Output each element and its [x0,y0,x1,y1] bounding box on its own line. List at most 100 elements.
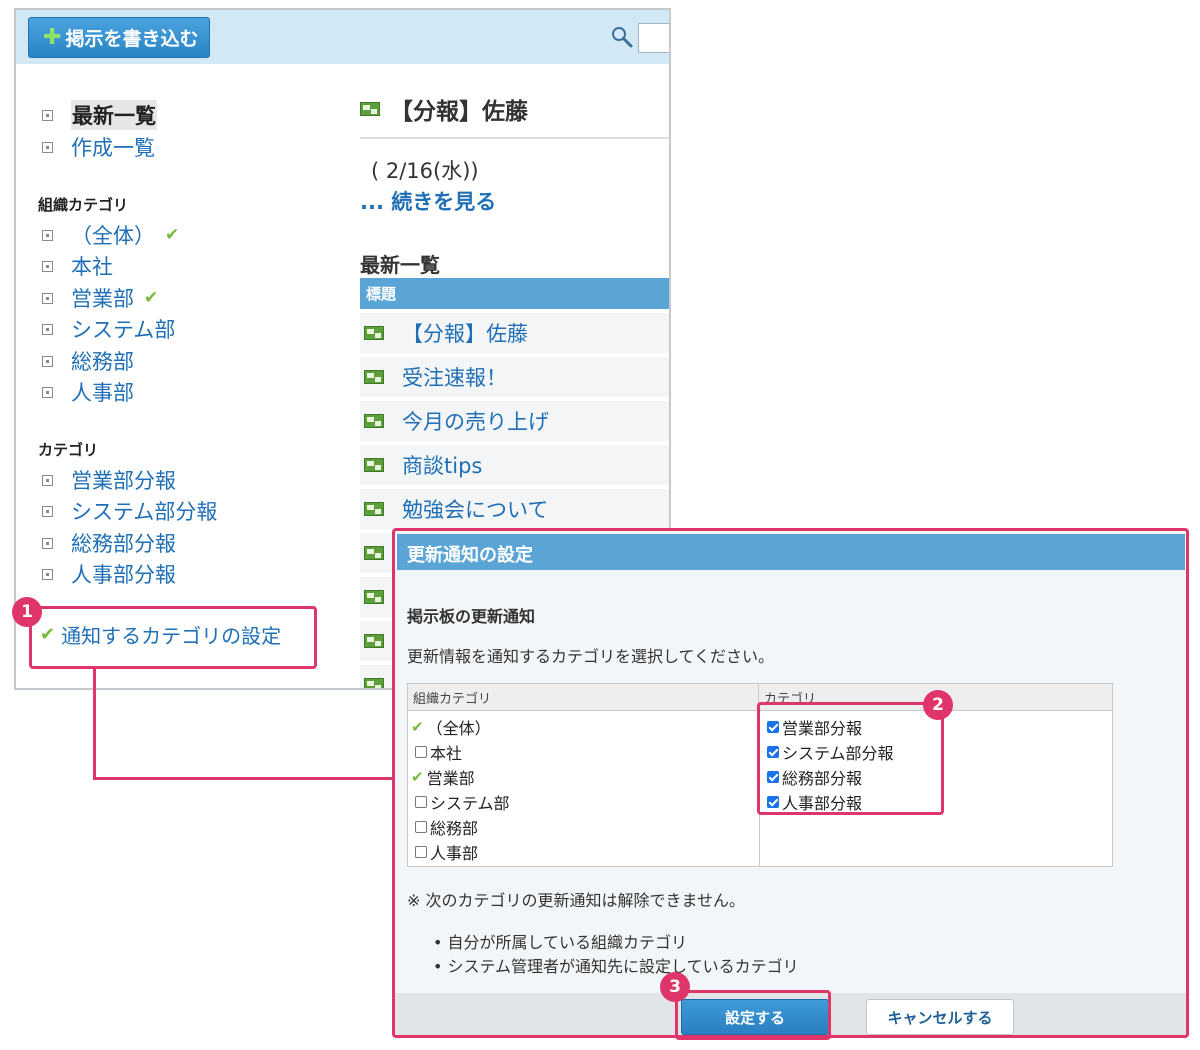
list-item[interactable]: 受注速報！ [360,357,669,399]
org-option-general-affairs[interactable]: 総務部 [415,815,478,839]
sidebar-item-headquarters[interactable]: 本社 [42,251,113,281]
checkbox[interactable] [415,821,427,833]
column-header-subject[interactable]: 標題 [360,278,669,309]
list-item-title: 【分報】佐藤 [402,322,528,346]
post-icon [364,458,384,472]
sidebar-item-system[interactable]: システム部 [42,314,175,344]
sidebar-item-label: 人事部分報 [71,563,176,587]
sidebar-item-general-affairs[interactable]: 総務部 [42,346,134,376]
sidebar-item-label: 本社 [71,255,113,279]
callout-box-1 [29,606,317,669]
latest-list-title: 最新一覧 [360,253,440,277]
post-icon [364,502,384,516]
option-label: 本社 [430,744,463,763]
step-badge-1: 1 [12,597,42,627]
sidebar-item-label: 人事部 [71,381,134,405]
article-title-text: 【分報】佐藤 [390,99,528,125]
plus-icon: ✚ [43,24,62,50]
org-option-all: ✔ （全体） [411,715,491,739]
org-option-sales: ✔ 営業部 [411,765,475,789]
bullet-icon [42,537,53,549]
list-item-title: 今月の売り上げ [402,410,549,434]
sidebar-item-general-report[interactable]: 総務部分報 [42,528,176,558]
post-icon [364,370,384,384]
list-item-title: 受注速報！ [402,366,507,390]
cancel-button[interactable]: キャンセルする [866,999,1014,1035]
check-icon: ✔ [411,768,424,786]
bullet-icon [42,355,53,367]
sidebar-item-label: システム部 [71,318,176,342]
search-input[interactable] [638,23,669,53]
post-icon [364,326,384,340]
post-icon [364,590,384,604]
instruction-text: 更新情報を通知するカテゴリを選択してください。 [407,647,775,666]
bullet-icon [42,323,53,335]
org-option-hr[interactable]: 人事部 [415,840,478,864]
note-text: ※ 次のカテゴリの更新通知は解除できません。 [407,891,746,910]
bullet-icon [42,260,53,272]
bullet-icon [42,229,53,241]
option-label: （全体） [426,719,491,738]
dialog-title: 更新通知の設定 [397,534,1185,570]
sidebar-item-label: 最新一覧 [71,100,157,130]
sidebar-item-label: 営業部分報 [71,469,176,493]
sidebar-item-system-report[interactable]: システム部分報 [42,496,217,526]
sidebar-item-label: 総務部 [71,350,134,374]
sidebar-item-label: 総務部分報 [71,532,176,556]
post-icon [364,414,384,428]
check-icon: ✔ [144,288,159,308]
post-icon [364,546,384,560]
article-title: 【分報】佐藤 [360,92,528,126]
post-icon [364,634,384,648]
list-item-title: 商談tips [402,454,483,478]
post-icon [360,102,380,116]
sidebar-item-hr[interactable]: 人事部 [42,377,134,407]
org-category-heading: 組織カテゴリ [38,196,129,214]
org-option-system[interactable]: システム部 [415,790,510,814]
post-icon [364,678,384,688]
sidebar-item-hr-report[interactable]: 人事部分報 [42,559,176,589]
list-item-title: 勉強会について [402,498,549,522]
checkbox[interactable] [415,846,427,858]
sidebar-item-label: 作成一覧 [71,136,155,160]
checkbox[interactable] [415,746,427,758]
bullet-icon [42,505,53,517]
note-bullet-text: 自分が所属している組織カテゴリ [447,933,688,952]
note-bullet: • 自分が所属している組織カテゴリ [433,933,688,952]
sidebar-item-label: システム部分報 [71,500,218,524]
post-message-button[interactable]: ✚ 掲示を書き込む [28,17,210,58]
sidebar-item-created[interactable]: 作成一覧 [42,132,155,162]
category-heading: カテゴリ [38,441,99,459]
list-item[interactable]: 【分報】佐藤 [360,313,669,355]
step-badge-3: 3 [660,972,690,1002]
search-icon[interactable] [610,25,634,49]
list-item[interactable]: 今月の売り上げ [360,401,669,443]
step-badge-2: 2 [923,690,953,720]
option-label: 営業部 [426,769,475,788]
toolbar: ✚ 掲示を書き込む [16,10,669,64]
bullet-icon [42,386,53,398]
org-option-headquarters[interactable]: 本社 [415,740,462,764]
note-bullet: • システム管理者が通知先に設定しているカテゴリ [433,957,799,976]
read-more-link[interactable]: ... 続きを見る [360,186,496,216]
section-heading: 掲示板の更新通知 [407,607,536,626]
bullet-icon [42,474,53,486]
bullet-icon [42,109,53,121]
post-message-label: 掲示を書き込む [65,28,199,50]
sidebar-item-latest[interactable]: 最新一覧 [42,100,157,130]
bullet-icon [42,568,53,580]
sidebar-item-label: （全体） [71,224,155,248]
callout-box-2 [757,702,944,815]
sidebar-item-all[interactable]: （全体） ✔ [42,220,179,250]
sidebar-item-sales-report[interactable]: 営業部分報 [42,465,176,495]
option-label: システム部 [430,794,510,813]
sidebar-item-sales[interactable]: 営業部 ✔ [42,283,158,313]
list-item[interactable]: 勉強会について [360,489,669,531]
article-date: ( 2/16(水)) [371,159,479,183]
sidebar-item-label: 営業部 [71,287,134,311]
checkbox[interactable] [415,796,427,808]
callout-box-3 [675,990,831,1040]
org-category-column-header: 組織カテゴリ [408,684,759,711]
list-item[interactable]: 商談tips [360,445,669,487]
bullet-icon [42,141,53,153]
